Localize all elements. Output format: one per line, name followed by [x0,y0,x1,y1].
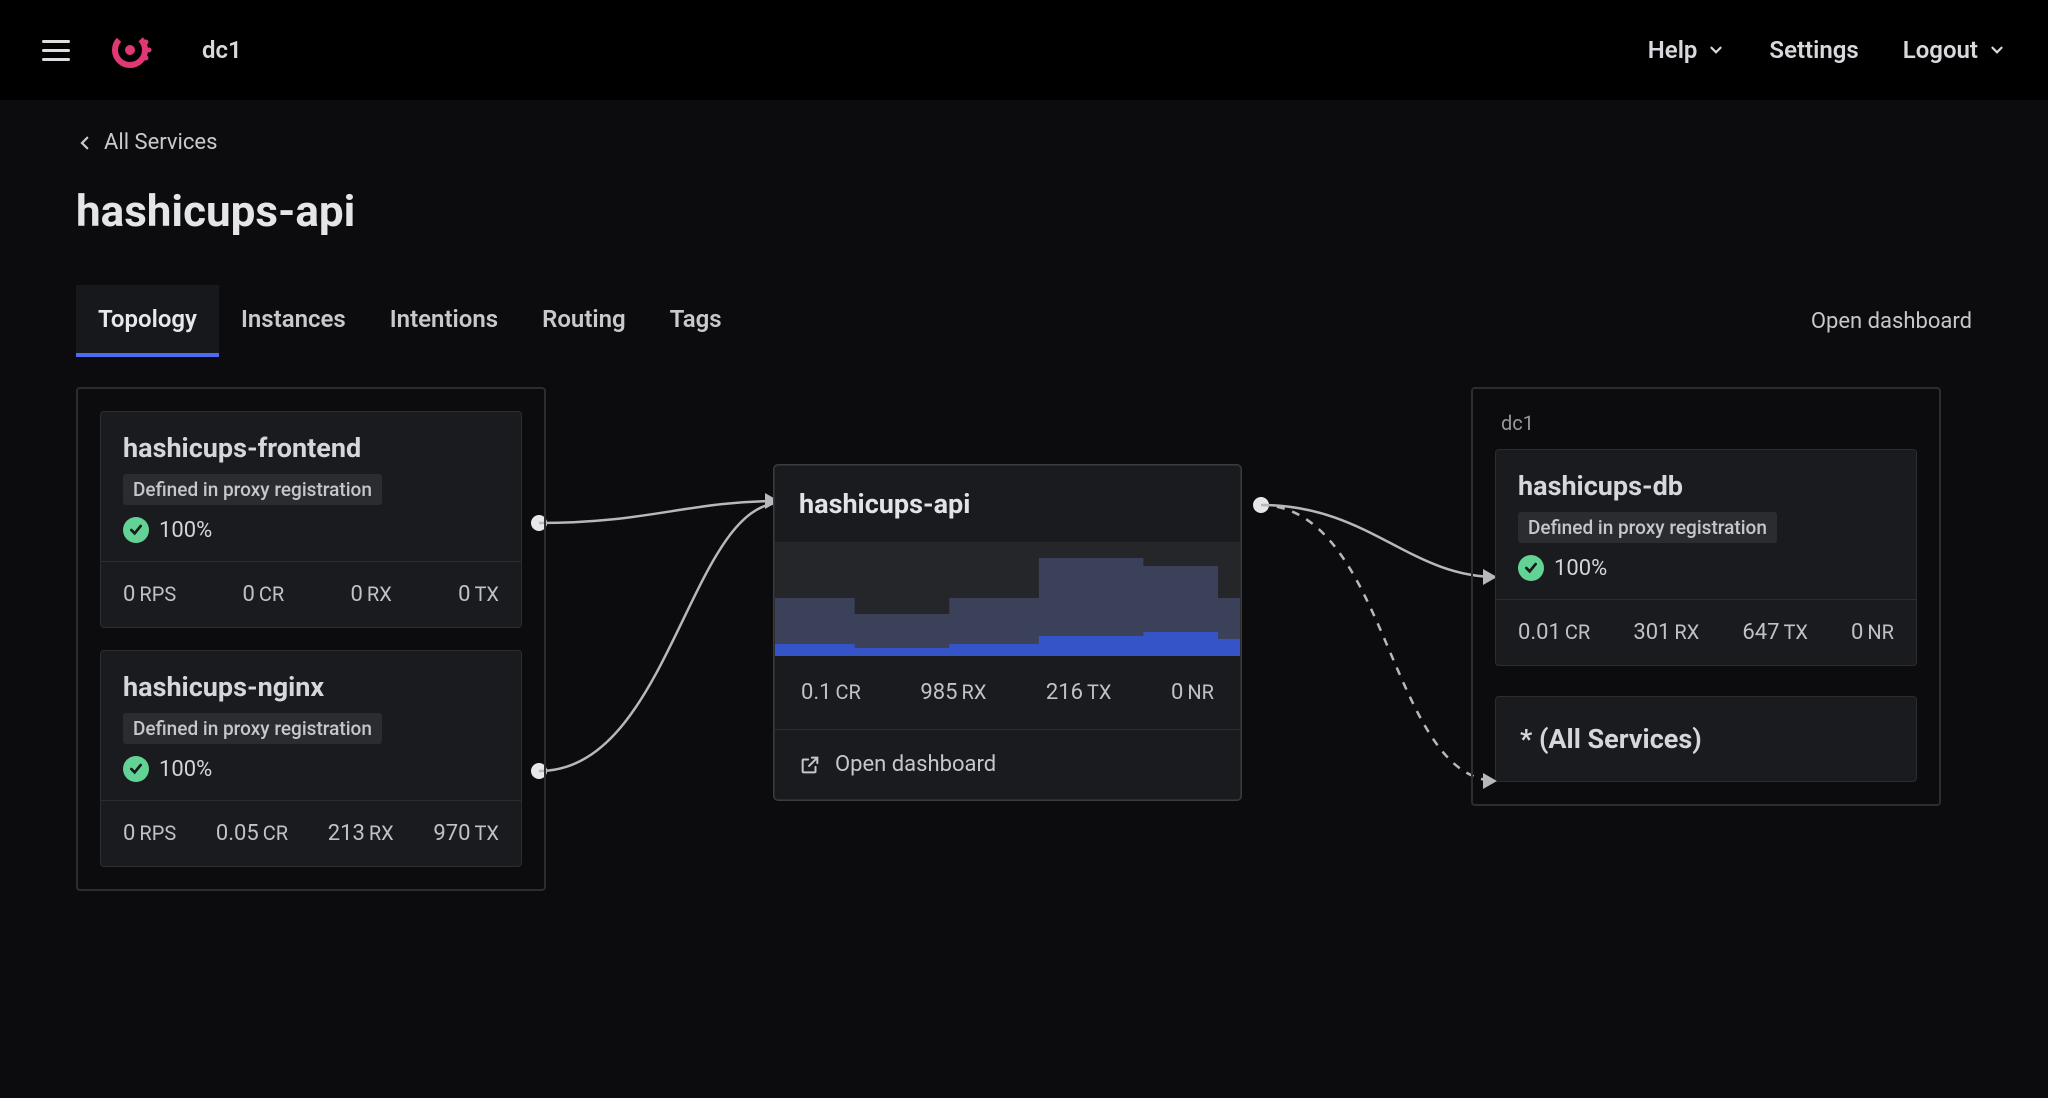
metric: 0RPS [123,821,176,846]
open-dashboard-button[interactable]: Open dashboard [775,730,1240,799]
service-card-hashicups-frontend[interactable]: hashicups-frontend Defined in proxy regi… [100,411,522,628]
metric: 213RX [328,821,394,846]
metric: 0RX [351,582,392,607]
proxy-registration-badge: Defined in proxy registration [123,713,382,744]
page-body: All Services hashicups-api Topology Inst… [0,100,2048,1098]
card-head: hashicups-db Defined in proxy registrati… [1496,450,1916,599]
health-value: 100% [159,757,212,782]
metric: 301RX [1633,620,1699,645]
card-metrics: 0.01CR 301RX 647TX 0NR [1496,599,1916,665]
card-title: hashicups-frontend [123,432,499,464]
traffic-graph [775,542,1240,656]
downstream-column: hashicups-frontend Defined in proxy regi… [76,387,546,891]
help-label: Help [1648,36,1698,64]
service-card-hashicups-nginx[interactable]: hashicups-nginx Defined in proxy registr… [100,650,522,867]
card-title: hashicups-db [1518,470,1894,502]
proxy-registration-badge: Defined in proxy registration [123,474,382,505]
tab-topology[interactable]: Topology [76,285,219,357]
metric: 0.05CR [216,821,288,846]
proxy-registration-badge: Defined in proxy registration [1518,512,1777,543]
top-nav-right: Help Settings Logout [1648,36,2006,64]
check-circle-icon [123,756,149,782]
datacenter-selector[interactable]: dc1 [202,36,242,64]
metric: 0.1CR [801,680,861,705]
center-title: hashicups-api [775,466,1240,542]
open-dashboard-label: Open dashboard [835,752,996,777]
open-dashboard-link[interactable]: Open dashboard [1811,309,1972,334]
chevron-left-icon [76,134,94,152]
metric: 985RX [920,680,986,705]
health-value: 100% [159,518,212,543]
logout-menu[interactable]: Logout [1903,36,2006,64]
metric: 970TX [433,821,499,846]
tab-tags[interactable]: Tags [648,285,744,357]
metric: 0TX [458,582,499,607]
chevron-down-icon [1988,41,2006,59]
card-head: hashicups-frontend Defined in proxy regi… [101,412,521,561]
metric: 0RPS [123,582,176,607]
help-menu[interactable]: Help [1648,36,1726,64]
health-status: 100% [123,756,499,782]
card-metrics: 0RPS 0.05CR 213RX 970TX [101,800,521,866]
health-value: 100% [1554,556,1607,581]
settings-link[interactable]: Settings [1769,36,1858,64]
check-circle-icon [123,517,149,543]
health-status: 100% [123,517,499,543]
topology-canvas: hashicups-frontend Defined in proxy regi… [76,387,1972,1087]
card-head: hashicups-nginx Defined in proxy registr… [101,651,521,800]
consul-logo-icon [106,26,154,74]
breadcrumb-label: All Services [104,130,217,155]
external-link-icon [799,754,821,776]
tab-intentions[interactable]: Intentions [368,285,520,357]
metric: 216TX [1046,680,1112,705]
metric: 0NR [1171,680,1214,705]
tabs-row: Topology Instances Intentions Routing Ta… [76,285,1972,357]
page-title: hashicups-api [76,185,1972,237]
upstream-column: dc1 hashicups-db Defined in proxy regist… [1471,387,1941,806]
center-service-card[interactable]: hashicups-api 0.1CR 985RX 216TX 0NR Open… [774,465,1241,800]
hamburger-menu-icon[interactable] [42,32,78,68]
health-status: 100% [1518,555,1894,581]
tab-routing[interactable]: Routing [520,285,648,357]
chevron-down-icon [1707,41,1725,59]
all-services-card[interactable]: * (All Services) [1495,696,1917,782]
card-title: hashicups-nginx [123,671,499,703]
tab-instances[interactable]: Instances [219,285,368,357]
upstream-dc-label: dc1 [1495,411,1917,449]
metric: 0NR [1851,620,1894,645]
logout-label: Logout [1903,36,1978,64]
center-metrics: 0.1CR 985RX 216TX 0NR [775,656,1240,730]
metric: 0.01CR [1518,620,1590,645]
tabs: Topology Instances Intentions Routing Ta… [76,285,744,357]
top-nav-left: dc1 [42,26,242,74]
check-circle-icon [1518,555,1544,581]
card-metrics: 0RPS 0CR 0RX 0TX [101,561,521,627]
top-nav: dc1 Help Settings Logout [0,0,2048,100]
breadcrumb-back[interactable]: All Services [76,130,1972,155]
metric: 0CR [243,582,285,607]
service-card-hashicups-db[interactable]: hashicups-db Defined in proxy registrati… [1495,449,1917,666]
metric: 647TX [1742,620,1808,645]
